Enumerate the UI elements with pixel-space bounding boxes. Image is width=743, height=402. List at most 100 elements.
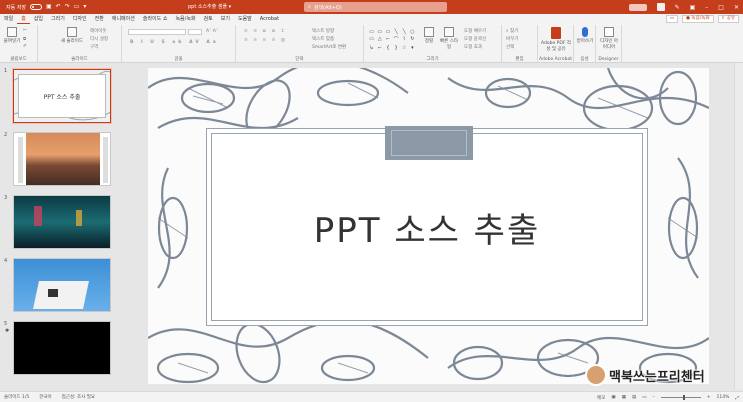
autosave-toggle[interactable] <box>30 4 42 10</box>
tab-design[interactable]: 디자인 <box>69 14 91 24</box>
quick-styles-button[interactable]: 빠른 스타일 <box>440 27 458 50</box>
document-title[interactable]: ppt 소스추출 샘플 ▾ <box>188 0 231 14</box>
design-ideas-button[interactable]: 디자인 아이디어 <box>600 27 618 50</box>
redo-icon[interactable]: ↷ <box>65 4 70 10</box>
section-button[interactable]: 구역 <box>90 44 98 50</box>
thumb-number: 2 <box>4 132 8 138</box>
menu-right-actions: ▭ ● 녹음/녹화 ⇧ 공유 <box>665 15 739 23</box>
new-slide-label: 새 슬라이드 <box>60 39 84 44</box>
customize-icon[interactable]: ▾ <box>83 4 86 10</box>
save-icon[interactable]: ▣ <box>46 4 52 10</box>
acrobat-group: Adobe PDF 작성 및 공유 Adobe Acrobat <box>538 25 574 62</box>
dictate-button[interactable]: 받아쓰기 <box>576 27 594 44</box>
thumbnail-slide-2[interactable] <box>13 132 111 186</box>
tab-animations[interactable]: 애니메이션 <box>108 14 139 24</box>
list-buttons[interactable]: ≡ ≡ ≣ ≣ ↕ <box>244 29 287 34</box>
zoom-slider[interactable] <box>660 395 701 400</box>
ribbon-display-icon[interactable]: ▣ <box>690 4 696 11</box>
search-box[interactable]: ⌕ 검색(Alt+Q) <box>304 2 447 12</box>
vertical-scrollbar[interactable] <box>734 63 743 389</box>
language-indicator[interactable]: 한국어 <box>39 394 51 400</box>
share-button[interactable]: ⇧ 공유 <box>717 15 739 23</box>
designer-icon <box>604 27 614 37</box>
reading-view-icon[interactable]: ▤ <box>632 395 636 400</box>
accessibility-status[interactable]: 접근성: 조사 필요 <box>62 394 95 400</box>
slide-canvas[interactable]: PPT 소스 추출 <box>148 68 709 384</box>
fit-slide-icon[interactable]: ⤢ <box>735 395 739 401</box>
tab-file[interactable]: 파일 <box>0 14 17 24</box>
editing-group: ⌕ 찾기 바꾸기 선택 편집 <box>502 25 538 62</box>
font-size-buttons[interactable]: A˄ A˅ <box>206 29 218 34</box>
shape-effects-button[interactable]: 도형 효과 <box>464 44 482 50</box>
tab-draw[interactable]: 그리기 <box>47 14 69 24</box>
slide-title[interactable]: PPT 소스 추출 <box>314 203 541 252</box>
close-button[interactable]: ✕ <box>734 4 739 11</box>
find-button[interactable]: ⌕ 찾기 <box>506 28 518 34</box>
avatar[interactable] <box>656 3 665 11</box>
thumbnail-slide-3[interactable] <box>13 195 111 249</box>
zoom-slider-thumb[interactable] <box>682 395 685 400</box>
tab-help[interactable]: 도움말 <box>234 14 256 24</box>
thumb-neon-light <box>34 206 42 226</box>
layout-button[interactable]: 레이아웃 <box>90 28 107 34</box>
paste-label: 붙여넣기 <box>3 39 21 44</box>
arrange-icon <box>424 27 434 37</box>
maximize-button[interactable]: □ <box>718 4 724 11</box>
present-icon[interactable]: ▭ <box>74 4 80 10</box>
powerpoint-window: 자동 저장 ▣ ↶ ↷ ▭ ▾ ppt 소스추출 샘플 ▾ ⌕ 검색(Alt+Q… <box>0 0 743 402</box>
new-slide-button[interactable]: 새 슬라이드 <box>60 27 84 44</box>
zoom-level[interactable]: 114% <box>717 395 730 400</box>
tab-slideshow[interactable]: 슬라이드 쇼 <box>139 14 172 24</box>
minimize-button[interactable]: – <box>705 4 708 11</box>
align-text-button[interactable]: 텍스트 맞춤 <box>312 36 334 42</box>
zoom-out-button[interactable]: – <box>652 395 654 400</box>
tab-insert[interactable]: 삽입 <box>30 14 47 24</box>
editing-label: 편집 <box>515 57 524 62</box>
arrange-button[interactable]: 정렬 <box>420 27 438 44</box>
shape-outline-button[interactable]: 도형 윤곽선 <box>464 36 486 42</box>
create-pdf-label: Adobe PDF 작성 및 공유 <box>541 41 572 52</box>
slide-sorter-icon[interactable]: ▦ <box>622 395 626 400</box>
tab-home[interactable]: 홈 <box>17 14 30 24</box>
thumb-number: 1 <box>4 68 8 74</box>
animation-star-icon: ✱ <box>5 328 10 334</box>
format-painter-icon[interactable]: ✐ <box>23 44 27 49</box>
shape-fill-button[interactable]: 도형 채우기 <box>464 28 486 34</box>
font-size-field[interactable] <box>188 29 202 35</box>
text-direction-button[interactable]: 텍스트 방향 <box>312 28 334 34</box>
shape-gallery[interactable]: ▭ ▭ ▭ ╲ ╲ ○ ▭ △ ⌐ ⌒ ⌇ ↻ ↳ ⌐{} ☆ ▾ <box>368 29 416 51</box>
create-pdf-button[interactable]: Adobe PDF 작성 및 공유 <box>541 27 571 52</box>
align-buttons[interactable]: ≡ ≡ ≡ ≡ ▥ <box>244 38 287 43</box>
pen-icon[interactable]: ✎ <box>675 4 680 11</box>
paste-button[interactable]: 붙여넣기 <box>3 27 21 44</box>
normal-view-icon[interactable]: ▣ <box>611 395 615 400</box>
select-button[interactable]: 선택 <box>506 44 514 50</box>
zoom-in-button[interactable]: + <box>707 395 711 400</box>
dictate-label: 받아쓰기 <box>576 39 594 44</box>
record-button[interactable]: ● 녹음/녹화 <box>682 15 714 23</box>
thumbnail-slide-4[interactable] <box>13 258 111 312</box>
replace-button[interactable]: 바꾸기 <box>506 36 518 42</box>
cut-icon[interactable]: ✂ <box>23 28 27 33</box>
notes-button[interactable]: 메모 <box>597 395 605 401</box>
comment-icon[interactable]: ▭ <box>665 15 679 23</box>
undo-icon[interactable]: ↶ <box>56 4 61 10</box>
paste-icon <box>7 27 17 37</box>
tab-transitions[interactable]: 전환 <box>91 14 108 24</box>
slideshow-icon[interactable]: ▭ <box>642 395 646 400</box>
font-name-field[interactable] <box>128 29 186 35</box>
tab-record[interactable]: 녹음/녹화 <box>171 14 199 24</box>
smartart-button[interactable]: SmartArt로 변환 <box>312 44 346 50</box>
copy-icon[interactable]: ⧉ <box>23 36 26 42</box>
tab-acrobat[interactable]: Acrobat <box>256 14 283 24</box>
reset-button[interactable]: 다시 설정 <box>90 36 108 42</box>
drawing-label: 그리기 <box>426 57 439 62</box>
tab-view[interactable]: 보기 <box>217 14 234 24</box>
font-label: 글꼴 <box>174 57 183 62</box>
thumbnail-slide-1[interactable]: PPT 소스 추출 <box>12 68 112 124</box>
thumbnail-slide-5[interactable] <box>13 321 111 375</box>
account-name[interactable] <box>628 3 647 11</box>
watermark-text: 맥북쓰는프리첸터 <box>609 369 705 385</box>
tab-review[interactable]: 검토 <box>200 14 217 24</box>
font-style-buttons[interactable]: B I U S ab AV Aa <box>130 40 219 45</box>
